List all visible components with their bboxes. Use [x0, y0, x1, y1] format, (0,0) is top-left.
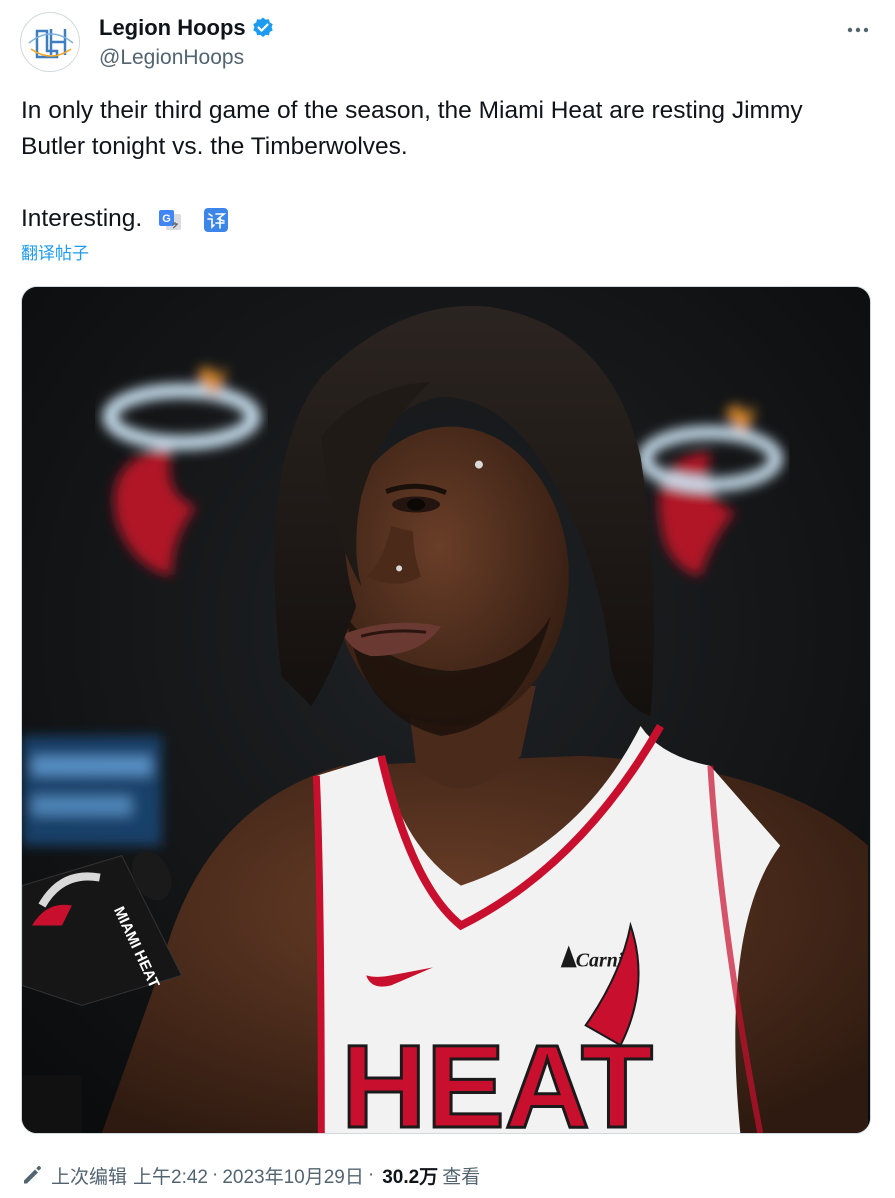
avatar[interactable] [20, 12, 80, 72]
tweet-image[interactable]: Carniv HEAT MIAMI HEAT [21, 286, 871, 1134]
legion-hoops-logo [22, 14, 79, 71]
edited-label[interactable]: 上次编辑 [51, 1162, 127, 1189]
author-handle[interactable]: @LegionHoops [99, 44, 244, 72]
translate-post-link[interactable]: 翻译帖子 [21, 242, 89, 266]
post-date[interactable]: 2023年10月29日 [222, 1162, 364, 1189]
tweet-meta: 上次编辑 上午2:42 · 2023年10月29日 · 30.2万 查看 [21, 1158, 480, 1192]
verified-badge-icon [251, 16, 275, 40]
tweet-text: In only their third game of the season, … [21, 93, 871, 237]
meta-separator-2: · [367, 1164, 375, 1185]
display-name[interactable]: Legion Hoops [99, 14, 246, 42]
tweet-header: Legion Hoops @LegionHoops [20, 12, 875, 74]
pencil-icon[interactable] [21, 1164, 43, 1186]
post-time[interactable]: 上午2:42 [133, 1162, 208, 1189]
meta-separator: · [212, 1164, 219, 1185]
views-count: 30.2万 [382, 1166, 439, 1188]
tweet-text-line-1: In only their third game of the season, … [21, 97, 803, 160]
more-dots-icon[interactable] [841, 16, 875, 44]
background-sponsor-text [22, 735, 162, 846]
author-name-row[interactable]: Legion Hoops [99, 14, 275, 42]
views-label: 查看 [442, 1166, 481, 1188]
svg-text:G: G [162, 213, 171, 225]
translate-icons: G [157, 207, 229, 233]
translate-icon[interactable] [203, 207, 229, 233]
tweet-text-interesting: Interesting. [21, 205, 143, 232]
photo-jimmy-butler-press-conference: Carniv HEAT MIAMI HEAT [22, 287, 870, 1133]
google-translate-icon[interactable]: G [157, 207, 183, 233]
tweet-text-line-2: Interesting. G [21, 201, 871, 237]
